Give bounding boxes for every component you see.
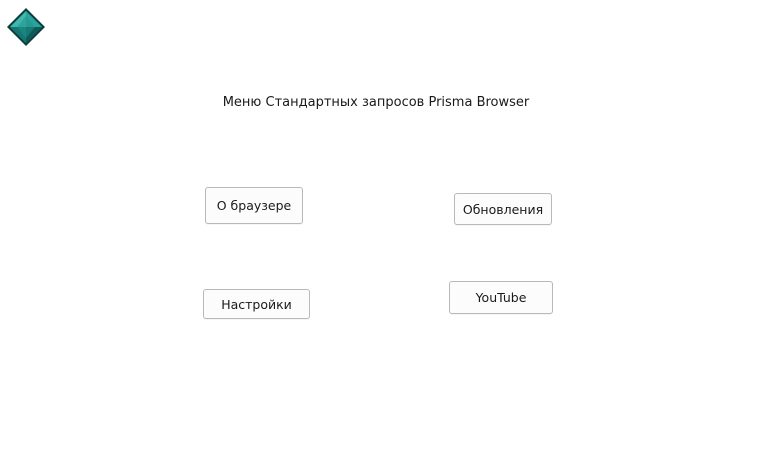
menu-title: Меню Стандартных запросов Prisma Browser — [222, 95, 530, 110]
settings-button[interactable]: Настройки — [203, 289, 310, 319]
menu-page: Меню Стандартных запросов Prisma Browser… — [0, 0, 778, 469]
teal-diamond-icon-graphic — [7, 8, 45, 46]
about-browser-button[interactable]: О браузере — [205, 187, 303, 224]
teal-diamond-icon — [6, 7, 46, 47]
updates-button[interactable]: Обновления — [454, 193, 552, 225]
youtube-button[interactable]: YouTube — [449, 281, 553, 314]
